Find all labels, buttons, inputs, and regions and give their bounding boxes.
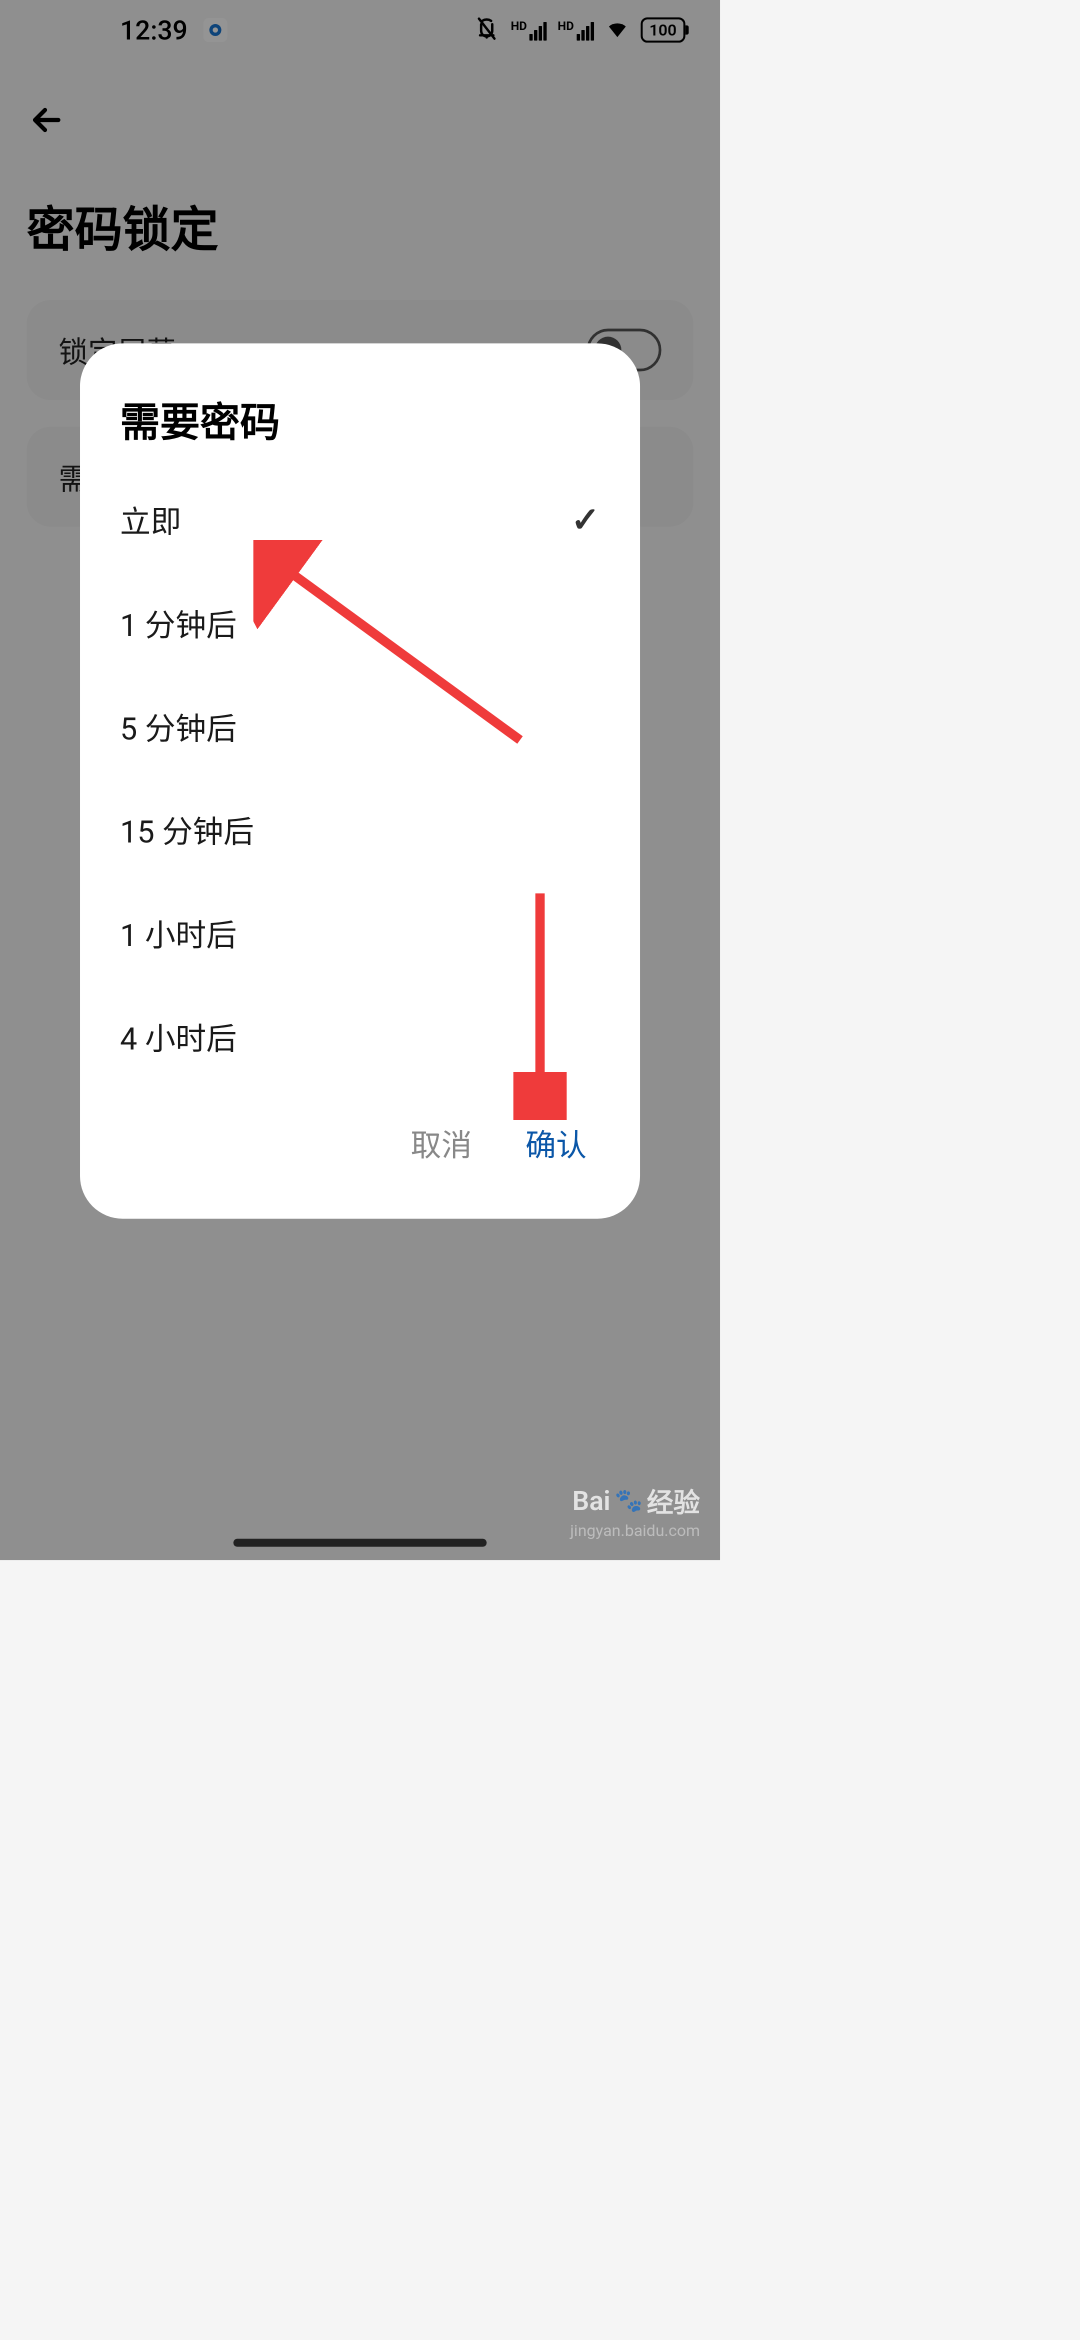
option-label: 4 小时后 <box>120 1014 237 1058</box>
option-1-minute[interactable]: 1 分钟后 <box>80 571 640 674</box>
cancel-button[interactable]: 取消 <box>411 1121 472 1165</box>
option-label: 15 分钟后 <box>120 808 254 852</box>
option-label: 1 小时后 <box>120 911 237 955</box>
option-15-minutes[interactable]: 15 分钟后 <box>80 778 640 881</box>
navigation-pill[interactable] <box>233 1539 486 1547</box>
option-label: 1 分钟后 <box>120 601 237 645</box>
watermark-url: jingyan.baidu.com <box>570 1521 700 1540</box>
option-label: 立即 <box>120 498 181 542</box>
check-icon: ✓ <box>571 499 600 540</box>
require-password-dialog: 需要密码 立即 ✓ 1 分钟后 5 分钟后 15 分钟后 1 小时后 4 小时后… <box>80 343 640 1218</box>
dialog-title: 需要密码 <box>80 390 640 468</box>
option-5-minutes[interactable]: 5 分钟后 <box>80 675 640 778</box>
confirm-button[interactable]: 确认 <box>525 1121 586 1165</box>
watermark: Bai🐾经验 <box>572 1481 700 1520</box>
option-immediately[interactable]: 立即 ✓ <box>80 468 640 571</box>
option-label: 5 分钟后 <box>120 704 237 748</box>
option-4-hours[interactable]: 4 小时后 <box>80 985 640 1088</box>
option-1-hour[interactable]: 1 小时后 <box>80 881 640 984</box>
